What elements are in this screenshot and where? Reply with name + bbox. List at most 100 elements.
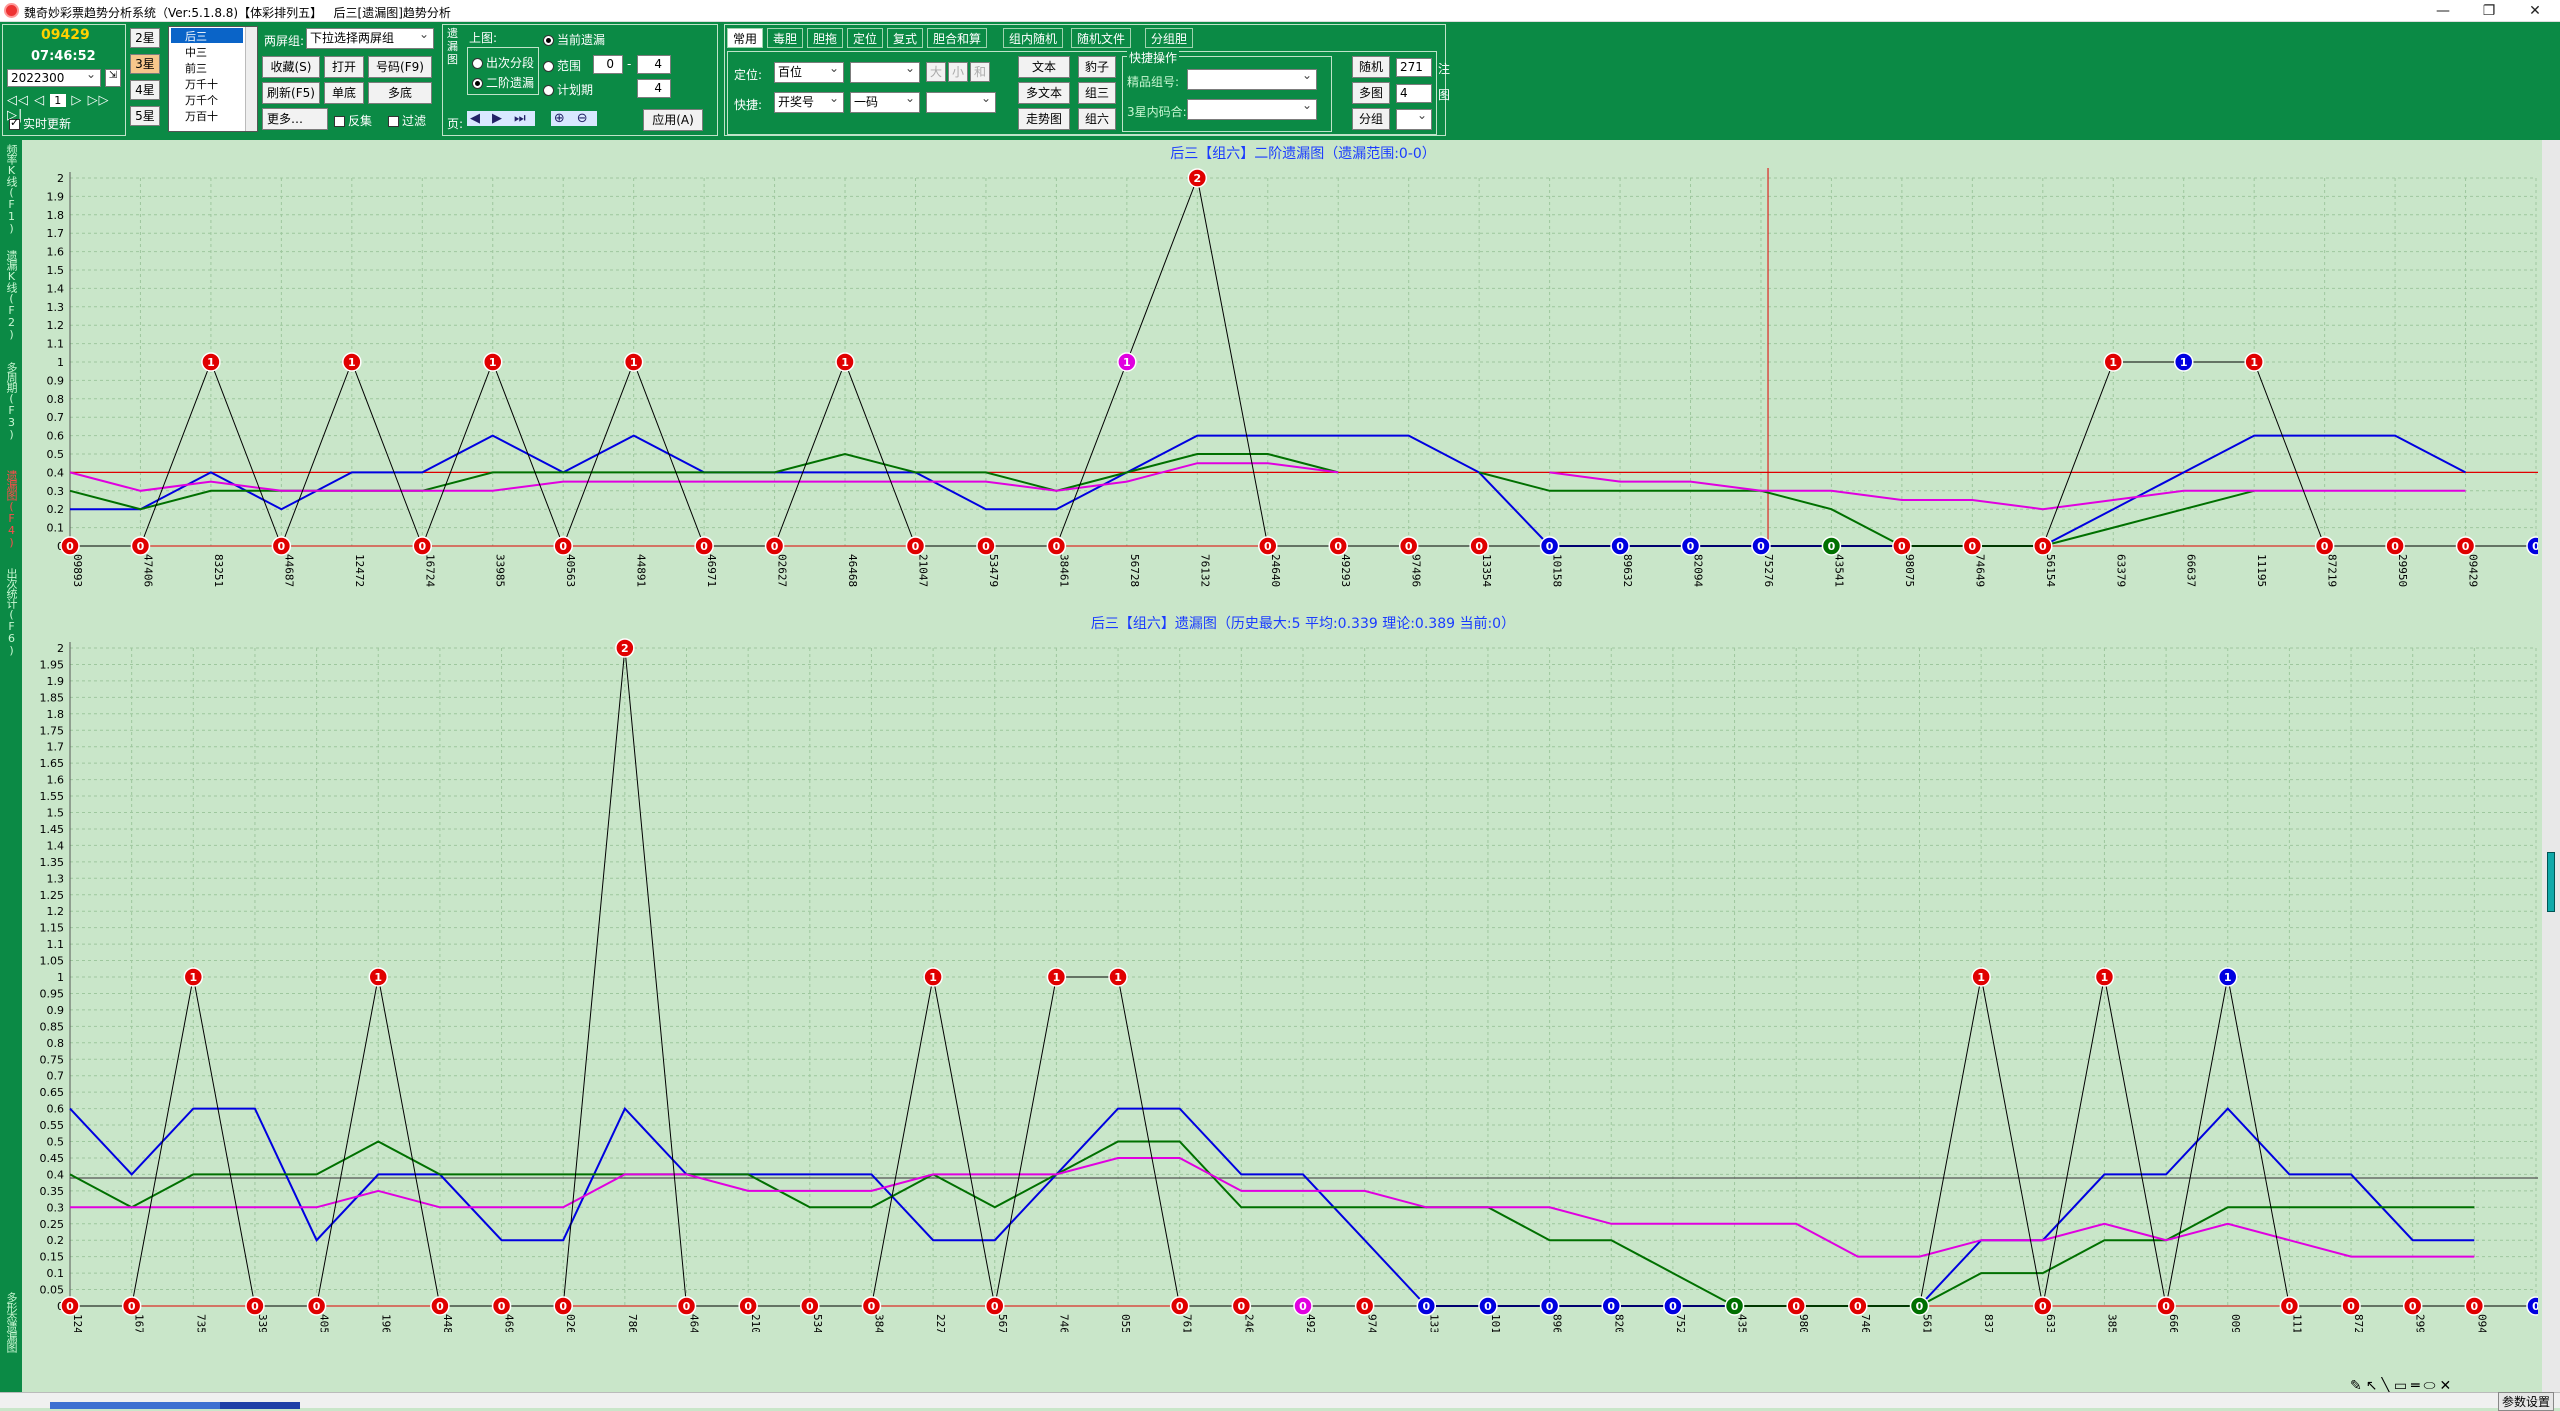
next-page-icon[interactable]: ▷ xyxy=(71,93,82,108)
list-item[interactable]: 万百十 xyxy=(171,108,218,124)
zoom-out-icon[interactable]: ⊖ xyxy=(573,111,597,126)
dragon-select[interactable]: 下拉选择两屏组 xyxy=(306,25,434,49)
tab-gall[interactable]: 胆拖 xyxy=(807,28,844,48)
list-item[interactable]: 万千个 xyxy=(171,92,218,108)
code-select[interactable]: 一码 xyxy=(850,89,920,113)
random-button[interactable]: 随机 xyxy=(1352,56,1390,78)
y-tick-label: 0.8 xyxy=(47,393,65,406)
tab-random-file[interactable]: 随机文件 xyxy=(1071,28,1132,48)
chart-next-icon[interactable]: ▶ xyxy=(489,111,511,126)
opt-count-radio[interactable]: 出次分段 xyxy=(472,54,534,71)
tab-random-group[interactable]: 组内随机 xyxy=(1003,28,1064,48)
chart-last-icon[interactable]: ⏭ xyxy=(511,111,535,126)
quick-select[interactable]: 开奖号 xyxy=(774,89,844,113)
text-button[interactable]: 文本 xyxy=(1018,56,1070,78)
star4-button[interactable]: 4星 xyxy=(130,80,160,100)
tab-count-stat[interactable]: 出次统计(F6) xyxy=(0,564,22,664)
close-button[interactable]: ✕ xyxy=(2512,0,2558,22)
apply-button[interactable]: 应用(A) xyxy=(643,109,703,131)
big-button[interactable]: 大 xyxy=(926,62,946,82)
group-select[interactable] xyxy=(1396,106,1432,130)
vertical-scrollbar[interactable] xyxy=(2542,140,2560,1392)
list-item[interactable]: 前三 xyxy=(171,60,207,76)
param-settings-button[interactable]: 参数设置 xyxy=(2497,1392,2554,1411)
data-label: 0 xyxy=(2409,1300,2417,1313)
tab-poison[interactable]: 毒胆 xyxy=(767,28,804,48)
bigcode-select[interactable] xyxy=(1187,96,1317,120)
period-go-icon[interactable]: ⇲ xyxy=(105,69,121,87)
pos-select-2[interactable] xyxy=(850,59,920,83)
data-label: 0 xyxy=(313,1300,321,1313)
current-miss-radio[interactable]: 当前遗漏 xyxy=(543,31,605,48)
calc-input[interactable]: 4 xyxy=(637,79,671,98)
list-item[interactable]: 后三 xyxy=(171,28,243,43)
x-tick-label: 97496 xyxy=(1410,554,1423,587)
collect-button[interactable]: 收藏(S) xyxy=(262,56,320,78)
list-scrollbar[interactable] xyxy=(245,27,257,131)
tab-sum[interactable]: 胆合和算 xyxy=(927,28,988,48)
range-to-input[interactable]: 4 xyxy=(637,55,671,74)
group3-button[interactable]: 组三 xyxy=(1078,82,1116,104)
single-button[interactable]: 单底 xyxy=(324,82,364,104)
period-select[interactable]: 2022300 xyxy=(7,66,101,87)
y-tick-label: 0.9 xyxy=(47,1004,65,1017)
leopard-button[interactable]: 豹子 xyxy=(1078,56,1116,78)
tab-common[interactable]: 常用 xyxy=(727,28,764,48)
y-tick-label: 0.25 xyxy=(40,1218,65,1231)
more-button[interactable]: 更多… xyxy=(262,108,328,130)
tab-multi-period[interactable]: 多周期(F3) xyxy=(0,358,22,442)
restore-button[interactable]: ❐ xyxy=(2466,0,2512,22)
zoom-in-icon[interactable]: ⊕ xyxy=(550,111,574,126)
star5-button[interactable]: 5星 xyxy=(130,106,160,126)
data-label: 0 xyxy=(137,540,145,553)
group-button[interactable]: 分组 xyxy=(1352,108,1390,130)
star3-button[interactable]: 3星 xyxy=(130,54,160,74)
calc-radio[interactable]: 计划期 xyxy=(543,81,593,98)
tab-compound[interactable]: 复式 xyxy=(887,28,924,48)
data-label: 0 xyxy=(1616,540,1624,553)
code-select-2[interactable] xyxy=(926,89,996,113)
prev-page-icon[interactable]: ◁ xyxy=(34,93,45,108)
multi-chart-button[interactable]: 多图 xyxy=(1352,82,1390,104)
list-item[interactable]: 万千十 xyxy=(171,76,218,92)
multi-button[interactable]: 多底 xyxy=(368,82,432,104)
auto-update-checkbox[interactable]: 实时更新 xyxy=(9,115,71,132)
scroll-thumb[interactable] xyxy=(2547,852,2555,912)
next-page2-icon[interactable]: ▷▷ xyxy=(88,93,110,108)
filter-checkbox[interactable]: 过滤 xyxy=(388,112,426,129)
numcode-button[interactable]: 号码(F9) xyxy=(368,56,432,78)
random-count-input[interactable]: 271 xyxy=(1396,58,1432,77)
range-radio[interactable]: 范围 xyxy=(543,57,581,74)
first-page-icon[interactable]: ◁◁ xyxy=(7,93,29,108)
page-input[interactable]: 1 xyxy=(50,94,67,107)
reverse-checkbox[interactable]: 反集 xyxy=(334,112,372,129)
y-tick-label: 1.9 xyxy=(47,675,65,688)
tab-multi-form-miss[interactable]: 多形态遗漏图(F8) xyxy=(0,1288,22,1392)
opt-second-order-radio[interactable]: 二阶遗漏 xyxy=(472,74,534,91)
open-button[interactable]: 打开 xyxy=(324,56,364,78)
tab-position[interactable]: 定位 xyxy=(847,28,884,48)
tab-miss-chart[interactable]: 遗漏图(F4) xyxy=(0,466,22,550)
range-from-input[interactable]: 0 xyxy=(593,55,623,74)
minimize-button[interactable]: — xyxy=(2420,0,2466,22)
fine-select[interactable] xyxy=(1187,66,1317,90)
sum-button[interactable]: 和 xyxy=(970,62,990,82)
chart-title: 后三【组六】遗漏图（历史最大:5 平均:0.339 理论:0.389 当前:0） xyxy=(1091,615,1515,632)
data-label: 0 xyxy=(1053,540,1061,553)
position-list[interactable]: 后三 中三 前三 万千十 万千个 万百十 xyxy=(168,26,258,132)
x-tick-label: 98075 xyxy=(1903,554,1916,587)
tab-miss-kline[interactable]: 遗漏K线(F2) xyxy=(0,246,22,344)
star2-button[interactable]: 2星 xyxy=(130,28,160,48)
list-item[interactable]: 中三 xyxy=(171,44,207,60)
multi-chart-input[interactable]: 4 xyxy=(1396,84,1432,103)
small-button[interactable]: 小 xyxy=(948,62,968,82)
trend-button[interactable]: 走势图 xyxy=(1018,108,1070,130)
group6-button[interactable]: 组六 xyxy=(1078,108,1116,130)
pos-select[interactable]: 百位 xyxy=(774,59,844,83)
x-tick-label: 78607 xyxy=(626,1314,639,1332)
refresh-button[interactable]: 刷新(F5) xyxy=(262,82,320,104)
chart-prev-icon[interactable]: ◀ xyxy=(467,111,489,126)
tab-group-gall[interactable]: 分组胆 xyxy=(1145,28,1194,48)
tab-freq-kline[interactable]: 频率K线(F1) xyxy=(0,140,22,238)
multi-text-button[interactable]: 多文本 xyxy=(1018,82,1070,104)
